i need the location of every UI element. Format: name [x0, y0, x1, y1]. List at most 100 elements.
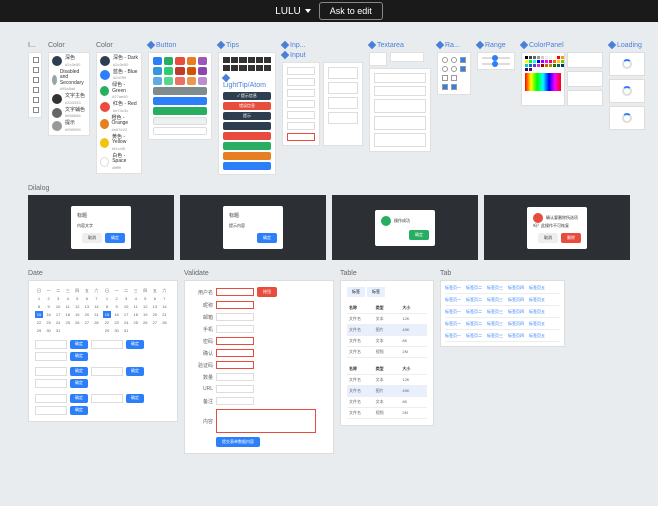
- cal-date[interactable]: 2: [113, 295, 121, 302]
- tab[interactable]: 标签页一: [445, 309, 461, 315]
- date-input[interactable]: [91, 367, 123, 376]
- tab[interactable]: 标签页四: [508, 333, 524, 339]
- cal-date[interactable]: 12: [141, 303, 149, 310]
- swatch[interactable]: [529, 60, 532, 63]
- dialog[interactable]: 标题内容文字取消确定: [71, 206, 131, 249]
- button[interactable]: [175, 77, 184, 85]
- tab[interactable]: 标签页四: [508, 297, 524, 303]
- cal-date[interactable]: 10: [122, 303, 130, 310]
- radio[interactable]: [442, 66, 448, 72]
- checkbox-checked[interactable]: [460, 66, 466, 72]
- date-button[interactable]: 确定: [70, 340, 88, 349]
- swatch[interactable]: [533, 64, 536, 67]
- date-button[interactable]: 确定: [126, 340, 144, 349]
- cal-date[interactable]: 31: [54, 327, 62, 334]
- table-row[interactable]: 文件名文本8K: [347, 397, 427, 408]
- tab[interactable]: 标签页四: [508, 321, 524, 327]
- range-panel[interactable]: [477, 52, 515, 70]
- cal-date[interactable]: 17: [122, 311, 130, 318]
- radio[interactable]: [451, 57, 457, 63]
- swatch[interactable]: [529, 56, 532, 59]
- button[interactable]: [164, 57, 173, 65]
- cal-date[interactable]: 7: [92, 295, 100, 302]
- swatch[interactable]: [561, 60, 564, 63]
- ask-to-edit-button[interactable]: Ask to edit: [319, 2, 383, 20]
- cal-date[interactable]: 9: [45, 303, 53, 310]
- tab[interactable]: 标签页五: [529, 321, 545, 327]
- textarea[interactable]: [374, 133, 426, 147]
- cal-date[interactable]: 4: [64, 295, 72, 302]
- text-input-error[interactable]: [287, 133, 315, 141]
- dialog[interactable]: 操作成功确定: [375, 210, 435, 246]
- tab[interactable]: 标签页五: [529, 333, 545, 339]
- date-panel[interactable]: 日一二三四五六123456789101112131415161718192021…: [28, 280, 178, 422]
- button[interactable]: [153, 77, 162, 85]
- cal-date[interactable]: 26: [73, 319, 81, 326]
- dialog[interactable]: 确认要删除所选项吗？此操作不可恢复取消删除: [527, 207, 587, 249]
- range-slider[interactable]: [482, 63, 510, 65]
- tips-panel[interactable]: LightTip/Atom ✓ 提示信息错误信息提示: [218, 52, 276, 175]
- table-panel[interactable]: 标签标签名称类型大小文件名文本12K文件名图片45K文件名文本8K文件名视频2M…: [340, 280, 434, 426]
- button[interactable]: [198, 57, 207, 65]
- cal-date[interactable]: 25: [64, 319, 72, 326]
- input-panel-lg[interactable]: [323, 62, 363, 146]
- date-button[interactable]: 确定: [70, 394, 88, 403]
- swatch[interactable]: [561, 56, 564, 59]
- field-input[interactable]: [216, 288, 254, 296]
- checkbox[interactable]: [442, 75, 448, 81]
- cal-date[interactable]: 1: [103, 295, 111, 302]
- cal-date[interactable]: 15: [35, 311, 43, 318]
- button[interactable]: [153, 67, 162, 75]
- cal-date[interactable]: 29: [103, 327, 111, 334]
- swatch[interactable]: [525, 64, 528, 67]
- cal-date[interactable]: 7: [160, 295, 168, 302]
- button-wide[interactable]: [153, 127, 207, 135]
- cal-date[interactable]: 18: [132, 311, 140, 318]
- date-button[interactable]: 确定: [70, 352, 88, 361]
- cal-date[interactable]: 18: [64, 311, 72, 318]
- text-input[interactable]: [287, 100, 315, 108]
- textarea[interactable]: [374, 99, 426, 113]
- tab[interactable]: 标签页三: [487, 297, 503, 303]
- button[interactable]: [198, 67, 207, 75]
- table-row[interactable]: 文件名图片45K: [347, 386, 427, 397]
- swatch[interactable]: [545, 56, 548, 59]
- cal-date[interactable]: 14: [160, 303, 168, 310]
- checkbox[interactable]: [451, 75, 457, 81]
- button[interactable]: [198, 77, 207, 85]
- cal-date[interactable]: 13: [151, 303, 159, 310]
- cal-date[interactable]: 16: [45, 311, 53, 318]
- table-row[interactable]: 文件名视频2M: [347, 408, 427, 419]
- dialog-button[interactable]: 确定: [105, 233, 125, 243]
- tab[interactable]: 标签页五: [529, 285, 545, 291]
- calendar[interactable]: 日一二三四五六123456789101112131415161718192021…: [103, 287, 169, 334]
- tab[interactable]: 标签页二: [466, 321, 482, 327]
- cal-date[interactable]: 8: [103, 303, 111, 310]
- swatch[interactable]: [553, 60, 556, 63]
- date-input[interactable]: [91, 340, 123, 349]
- swatch[interactable]: [541, 60, 544, 63]
- date-button[interactable]: 确定: [70, 379, 88, 388]
- tab[interactable]: 标签页二: [466, 333, 482, 339]
- cal-date[interactable]: 29: [35, 327, 43, 334]
- textarea-panel[interactable]: [369, 68, 431, 152]
- tab[interactable]: 标签页一: [445, 297, 461, 303]
- tab[interactable]: 标签页二: [466, 309, 482, 315]
- cal-date[interactable]: 25: [132, 319, 140, 326]
- cal-date[interactable]: 2: [45, 295, 53, 302]
- cal-date[interactable]: 19: [73, 311, 81, 318]
- swatch[interactable]: [557, 56, 560, 59]
- range-slider[interactable]: [482, 57, 510, 59]
- date-button[interactable]: 确定: [70, 367, 88, 376]
- cal-date[interactable]: 10: [54, 303, 62, 310]
- cal-date[interactable]: 31: [122, 327, 130, 334]
- submit-button[interactable]: 提交表单数据内容: [216, 437, 260, 447]
- cal-date[interactable]: 19: [141, 311, 149, 318]
- project-title[interactable]: LULU: [275, 6, 311, 17]
- cal-date[interactable]: 11: [132, 303, 140, 310]
- swatch[interactable]: [537, 60, 540, 63]
- swatch[interactable]: [549, 60, 552, 63]
- radio-panel[interactable]: [437, 52, 471, 95]
- button-wide[interactable]: [153, 87, 207, 95]
- text-input[interactable]: [287, 89, 315, 97]
